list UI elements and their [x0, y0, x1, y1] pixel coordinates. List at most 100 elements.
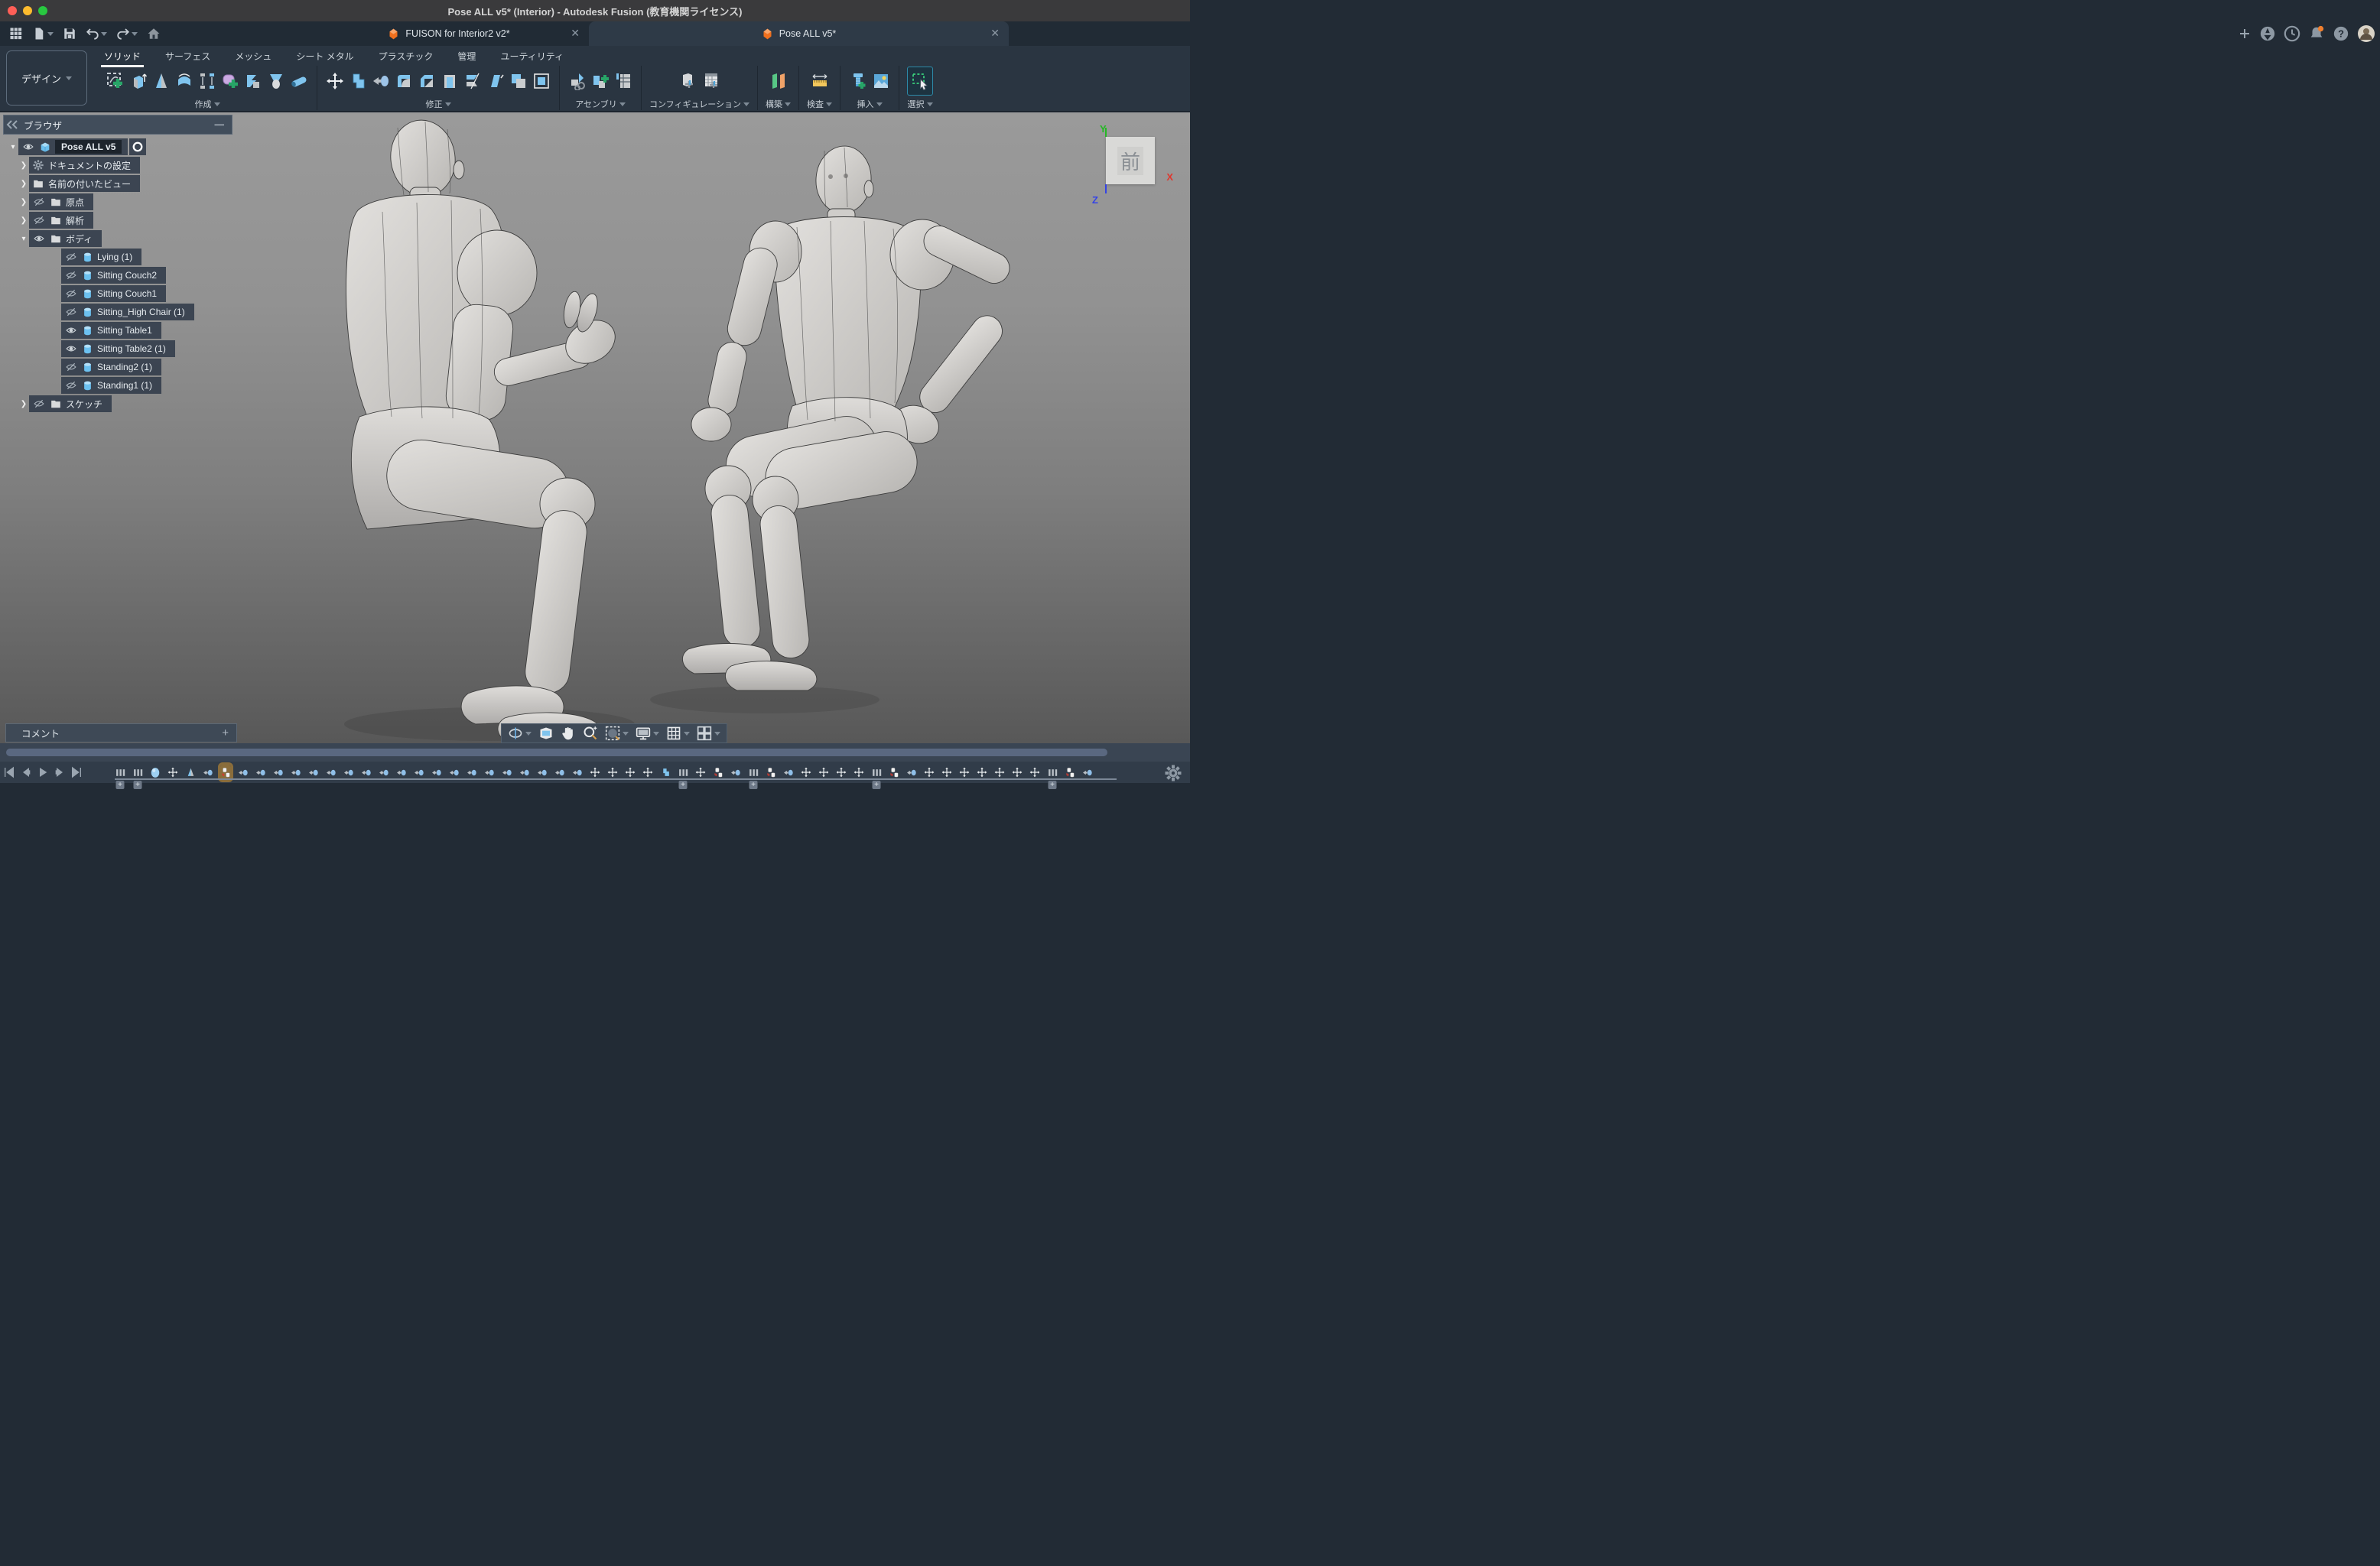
minimize-panel-icon[interactable]: —	[215, 119, 225, 130]
browser-row[interactable]: Sitting Couch2	[3, 266, 493, 284]
play-button[interactable]	[37, 766, 49, 778]
add-comment-button[interactable]: +	[222, 726, 229, 739]
browser-row[interactable]: Lying (1)	[3, 248, 493, 266]
ribbon-tab-管理[interactable]: 管理	[456, 47, 477, 66]
visibility-eye-icon[interactable]	[64, 325, 78, 336]
chevron-down-icon[interactable]	[653, 732, 659, 736]
loft-icon[interactable]	[197, 71, 217, 91]
timeline-feature-copy[interactable]	[220, 765, 231, 780]
browser-row[interactable]: ❯名前の付いたビュー	[3, 174, 493, 193]
step-forward-button[interactable]	[54, 766, 66, 778]
step-back-button[interactable]	[20, 766, 32, 778]
timeline-feature-offset[interactable]	[730, 765, 741, 780]
ribbon-tab-プラスチック[interactable]: プラスチック	[377, 47, 435, 66]
timeline-feature-offset[interactable]	[255, 765, 266, 780]
browser-row[interactable]: Sitting Table2 (1)	[3, 340, 493, 358]
visibility-eye-off-icon[interactable]	[64, 270, 78, 281]
visibility-eye-off-icon[interactable]	[64, 362, 78, 372]
draft-icon[interactable]	[486, 71, 506, 91]
visibility-eye-off-icon[interactable]	[32, 398, 46, 409]
chevron-down-icon[interactable]	[132, 32, 138, 36]
boundary-fill-icon[interactable]	[243, 71, 263, 91]
browser-row[interactable]: Sitting_High Chair (1)	[3, 303, 493, 321]
timeline-feature-offset[interactable]	[414, 765, 424, 780]
timeline-group-expand-button[interactable]: +	[679, 781, 688, 789]
select-icon[interactable]	[907, 67, 933, 96]
timeline-feature-offset[interactable]	[783, 765, 794, 780]
browser-row[interactable]: Sitting Table1	[3, 321, 493, 340]
timeline-feature-offset[interactable]	[431, 765, 442, 780]
ribbon-group-label[interactable]: 挿入	[857, 98, 883, 110]
chevron-down-icon[interactable]	[684, 732, 690, 736]
browser-row[interactable]: ▾Pose ALL v5	[3, 138, 493, 156]
timeline-feature-move[interactable]	[607, 765, 618, 780]
timeline-group-expand-button[interactable]: +	[116, 781, 125, 789]
create-sketch-icon[interactable]	[106, 71, 125, 91]
zoom-icon[interactable]	[583, 726, 598, 741]
look-at-icon[interactable]	[538, 726, 554, 741]
chevron-right-icon[interactable]: ❯	[18, 216, 29, 225]
timeline-feature-copy[interactable]	[766, 765, 776, 780]
timeline-feature-offset[interactable]	[467, 765, 477, 780]
browser-row[interactable]: ❯ドキュメントの設定	[3, 156, 493, 174]
browser-row[interactable]: ❯原点	[3, 193, 493, 211]
timeline-feature-move[interactable]	[590, 765, 600, 780]
pipe-icon[interactable]	[289, 71, 309, 91]
sweep-icon[interactable]	[174, 71, 194, 91]
ribbon-tab-ユーティリティ[interactable]: ユーティリティ	[499, 47, 565, 66]
visibility-eye-icon[interactable]	[21, 141, 35, 152]
ribbon-group-label[interactable]: 修正	[426, 98, 451, 110]
timeline-feature-group[interactable]: +	[748, 765, 759, 780]
timeline-feature-revolve[interactable]	[185, 765, 196, 780]
timeline-feature-offset[interactable]	[291, 765, 301, 780]
timeline-feature-move[interactable]	[1029, 765, 1040, 780]
browser-row[interactable]: Standing1 (1)	[3, 376, 493, 395]
help-icon[interactable]: ?	[2333, 25, 2349, 42]
timeline-feature-offset[interactable]	[361, 765, 372, 780]
timeline-feature-move[interactable]	[924, 765, 935, 780]
measure-icon[interactable]	[810, 71, 830, 91]
timeline-feature-offset[interactable]	[906, 765, 917, 780]
revolve-icon[interactable]	[151, 71, 171, 91]
timeline-feature-move[interactable]	[625, 765, 636, 780]
recent-icon[interactable]	[2284, 25, 2300, 42]
go-to-end-button[interactable]	[70, 766, 83, 778]
ribbon-group-label[interactable]: 構築	[766, 98, 791, 110]
timeline-feature-offset[interactable]	[484, 765, 495, 780]
timeline-feature-move[interactable]	[959, 765, 970, 780]
comments-bar[interactable]: コメント +	[5, 723, 237, 742]
redo-icon[interactable]	[112, 21, 142, 46]
go-to-start-button[interactable]	[3, 766, 15, 778]
chevron-down-icon[interactable]: ▾	[18, 235, 29, 243]
ribbon-tab-メッシュ[interactable]: メッシュ	[233, 47, 273, 66]
timeline-feature-offset[interactable]	[326, 765, 337, 780]
timeline-feature-group[interactable]: +	[871, 765, 882, 780]
visibility-eye-off-icon[interactable]	[64, 288, 78, 299]
timeline-feature-group[interactable]: +	[678, 765, 688, 780]
timeline-feature-offset[interactable]	[238, 765, 249, 780]
timeline-feature-sphere[interactable]	[150, 765, 161, 780]
browser-row[interactable]: ❯スケッチ	[3, 395, 493, 413]
timeline-settings-gear-icon[interactable]	[1164, 764, 1182, 782]
timeline-feature-offset[interactable]	[572, 765, 583, 780]
save-icon[interactable]	[58, 21, 81, 46]
chevron-down-icon[interactable]	[623, 732, 629, 736]
timeline-feature-offset[interactable]	[537, 765, 548, 780]
split-body-icon[interactable]	[463, 71, 483, 91]
close-tab-icon[interactable]: ✕	[571, 27, 580, 40]
timeline-feature-copy[interactable]	[713, 765, 723, 780]
timeline-feature-offset[interactable]	[1082, 765, 1093, 780]
browser-row[interactable]: Standing2 (1)	[3, 358, 493, 376]
timeline-feature-offset[interactable]	[379, 765, 389, 780]
new-component-icon[interactable]	[590, 71, 610, 91]
ribbon-group-label[interactable]: アセンブリ	[575, 98, 625, 110]
visibility-eye-off-icon[interactable]	[32, 197, 46, 207]
configuration-table-icon[interactable]	[701, 71, 721, 91]
timeline-feature-offset[interactable]	[449, 765, 460, 780]
move-icon[interactable]	[325, 71, 345, 91]
add-tab-icon[interactable]	[2238, 27, 2252, 41]
file-new-icon[interactable]	[28, 21, 58, 46]
extrude-icon[interactable]	[128, 71, 148, 91]
chevron-down-icon[interactable]	[47, 32, 54, 36]
timeline-group-expand-button[interactable]: +	[873, 781, 881, 789]
